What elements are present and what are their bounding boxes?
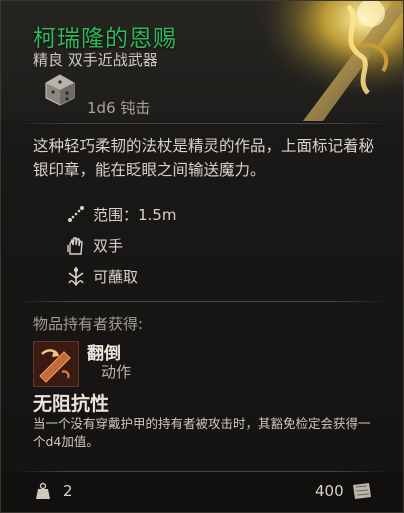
divider (15, 301, 389, 302)
passive-description: 当一个没有穿戴护甲的持有者被攻击时，其豁免检定会获得一个d4加值。 (33, 416, 371, 449)
dice-icon (45, 74, 75, 106)
two-hands-icon (67, 237, 83, 255)
coin-icon (353, 483, 371, 499)
property-label: 范围：1.5m (93, 205, 177, 224)
weight-icon (36, 482, 50, 499)
divider (15, 471, 389, 472)
property-dippable: 可蘸取 (65, 265, 138, 287)
item-tooltip: 柯瑞隆的恩赐 精良 双手近战武器 1d6 钝击 这种轻巧柔韧的法杖是精灵的作品，… (0, 0, 404, 513)
property-label: 双手 (93, 236, 124, 255)
property-label: 可蘸取 (93, 267, 139, 286)
price-value: 400 (315, 482, 344, 500)
weight-value: 2 (63, 482, 73, 500)
passive-name: 无阻抗性 (33, 393, 110, 415)
item-name: 柯瑞隆的恩赐 (33, 26, 177, 52)
property-range: 范围：1.5m (65, 203, 176, 225)
topple-icon[interactable] (33, 341, 79, 387)
divider (15, 123, 389, 124)
granted-label: 物品持有者获得: (33, 315, 144, 333)
item-description: 这种轻巧柔韧的法杖是精灵的作品，上面标记着秘银印章，能在眨眼之间输送魔力。 (33, 137, 375, 179)
staff-artwork (243, 1, 403, 121)
action-type: 动作 (101, 363, 132, 381)
item-subtitle: 精良 双手近战武器 (33, 51, 158, 69)
range-icon (68, 206, 84, 222)
damage-text: 1d6 钝击 (87, 99, 151, 117)
property-two-handed: 双手 (65, 234, 123, 256)
dippable-icon (68, 267, 84, 287)
